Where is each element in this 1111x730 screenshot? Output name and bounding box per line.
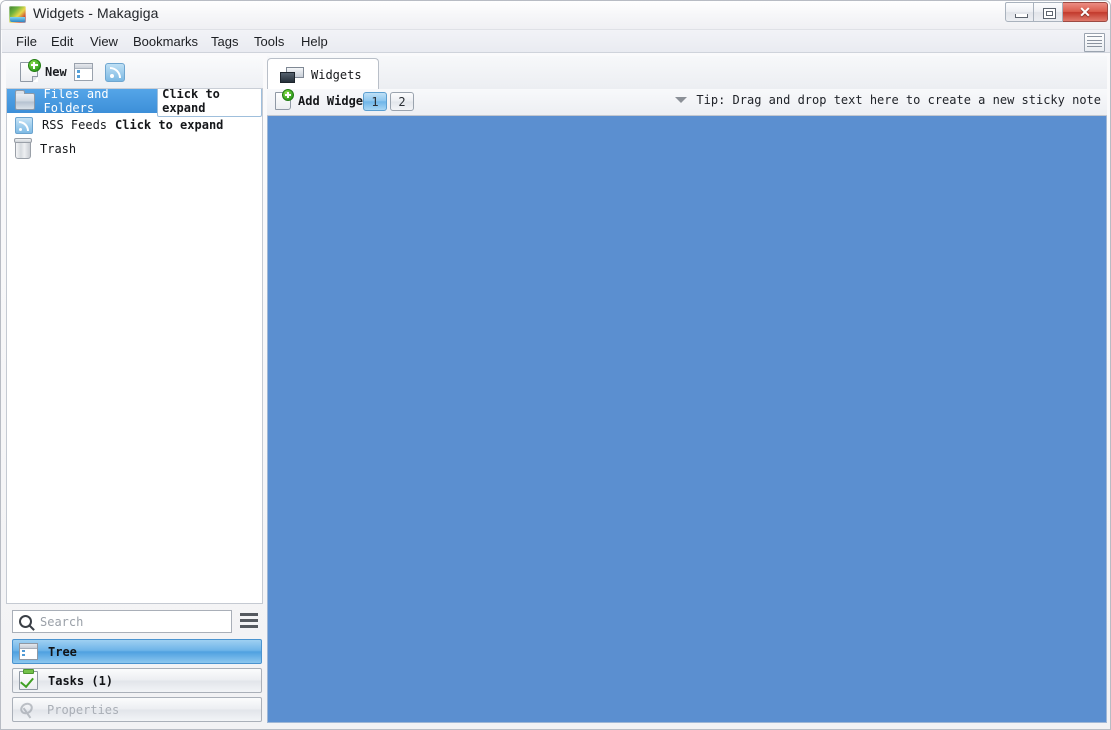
tree-item-label: Files and Folders xyxy=(43,89,109,115)
tip-area[interactable]: Tip: Drag and drop text here to create a… xyxy=(675,93,1101,107)
sidebar-section-label: Properties xyxy=(47,702,120,717)
sidebar-section-tasks[interactable]: Tasks (1) xyxy=(12,668,262,693)
minimize-button[interactable] xyxy=(1005,2,1034,22)
sidebar-section-properties[interactable]: Properties xyxy=(12,697,262,722)
close-button[interactable]: ✕ xyxy=(1063,2,1108,22)
caret-down-icon[interactable] xyxy=(675,97,688,103)
add-widget-button[interactable]: Add Widget xyxy=(275,89,371,110)
tree-view-button[interactable] xyxy=(70,60,95,83)
menu-item-bookmarks[interactable]: Bookmarks xyxy=(128,33,203,50)
tab-label: Widgets xyxy=(311,67,362,82)
rss-icon xyxy=(15,116,33,134)
widgets-icon xyxy=(280,67,304,83)
menu-bar: File Edit View Bookmarks Tags Tools Help xyxy=(2,30,1110,53)
add-widget-label: Add Widget xyxy=(298,94,371,108)
search-input[interactable]: Search xyxy=(12,610,232,633)
sidebar-toolbar: New xyxy=(6,56,263,89)
tree-item-hint: Click to expand xyxy=(115,118,224,132)
hamburger-menu-icon[interactable] xyxy=(240,613,258,629)
menu-item-help[interactable]: Help xyxy=(296,33,333,50)
sidebar-section-label: Tasks (1) xyxy=(48,673,114,688)
widget-page-button-1[interactable]: 1 xyxy=(363,92,387,111)
rss-feed-button[interactable] xyxy=(102,60,127,83)
tree-item-files-and-folders[interactable]: Files and Folders Click to expand xyxy=(7,89,262,117)
widget-page-button-2[interactable]: 2 xyxy=(390,92,414,111)
menu-item-tools[interactable]: Tools xyxy=(249,33,289,50)
menu-item-view[interactable]: View xyxy=(85,33,123,50)
tree-icon xyxy=(19,643,38,660)
title-bar: Widgets - Makagiga ✕ xyxy=(1,1,1110,30)
tree-item-label: RSS Feeds xyxy=(42,118,108,132)
close-icon: ✕ xyxy=(1079,4,1091,20)
trash-icon xyxy=(14,137,32,159)
widget-canvas[interactable] xyxy=(267,116,1107,723)
new-button[interactable]: New xyxy=(16,59,71,85)
search-icon xyxy=(19,615,32,628)
calendar-icon[interactable] xyxy=(1084,33,1105,52)
window-title: Widgets - Makagiga xyxy=(33,5,159,21)
folder-icon xyxy=(15,89,35,110)
new-page-icon xyxy=(20,59,41,82)
tip-text: Tip: Drag and drop text here to create a… xyxy=(696,93,1101,107)
rss-feed-icon xyxy=(105,63,125,82)
application-window: Widgets - Makagiga ✕ File Edit View Book… xyxy=(0,0,1111,730)
makagiga-icon xyxy=(9,6,26,23)
sidebar: New Files and Folders Click to expand RS… xyxy=(6,56,263,722)
widget-toolbar: Add Widget 1 2 Tip: Drag and drop text h… xyxy=(267,89,1107,116)
main-panel: Widgets Add Widget 1 2 Tip: Drag and dro… xyxy=(267,56,1107,723)
window-controls: ✕ xyxy=(1005,2,1108,23)
sidebar-section-tree[interactable]: Tree xyxy=(12,639,262,664)
tree-view[interactable]: Files and Folders Click to expand RSS Fe… xyxy=(6,89,263,604)
tasks-icon xyxy=(19,669,38,690)
add-widget-icon xyxy=(275,89,294,110)
tree-view-icon xyxy=(74,63,93,81)
search-placeholder: Search xyxy=(40,614,84,629)
maximize-button[interactable] xyxy=(1034,2,1063,22)
maximize-icon xyxy=(1043,8,1056,19)
menu-item-edit[interactable]: Edit xyxy=(46,33,78,50)
minimize-icon xyxy=(1015,14,1028,18)
tree-item-label: Trash xyxy=(40,142,77,156)
sidebar-section-label: Tree xyxy=(48,644,77,659)
menu-item-file[interactable]: File xyxy=(11,33,42,50)
tree-item-rss-feeds[interactable]: RSS Feeds Click to expand xyxy=(7,113,262,137)
tree-item-trash[interactable]: Trash xyxy=(7,137,262,161)
tab-strip: Widgets xyxy=(267,56,1107,90)
search-row: Search xyxy=(6,609,263,636)
menu-item-tags[interactable]: Tags xyxy=(206,33,243,50)
properties-icon xyxy=(19,702,37,718)
new-button-label: New xyxy=(45,65,67,79)
tab-widgets[interactable]: Widgets xyxy=(267,58,379,90)
